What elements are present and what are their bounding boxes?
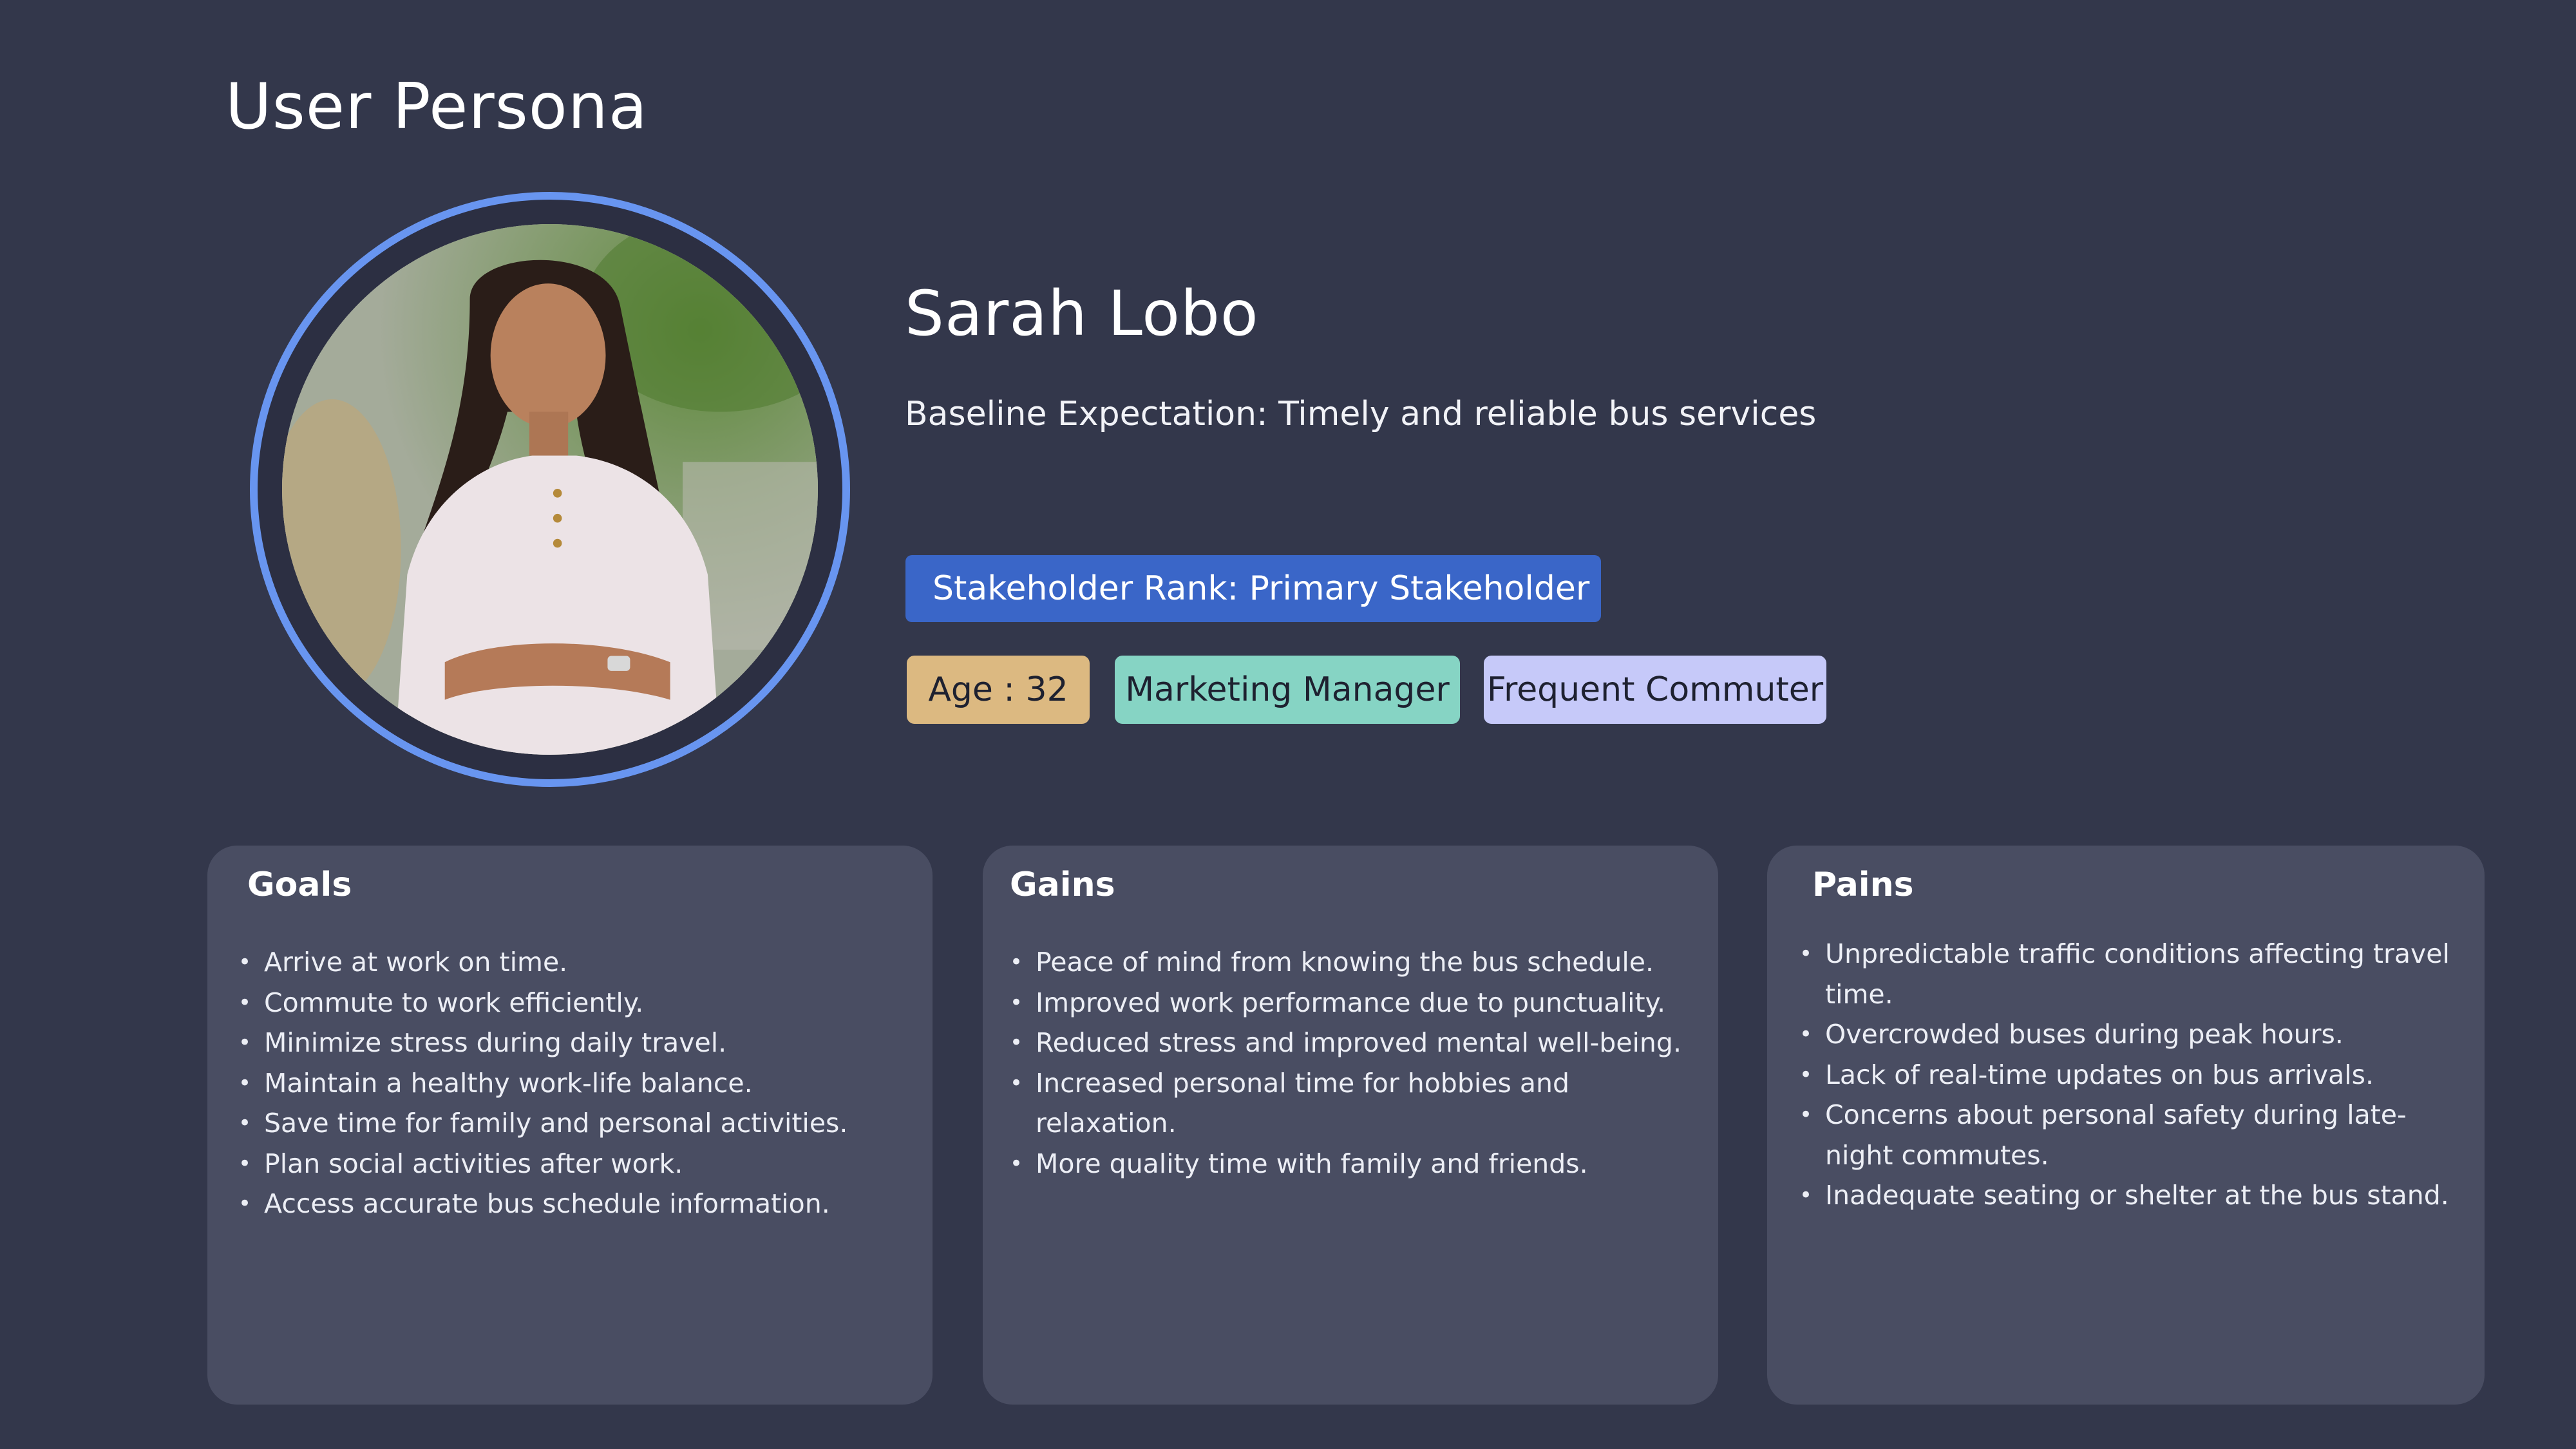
goals-list: Arrive at work on time. Commute to work …	[238, 942, 921, 1224]
list-item: Peace of mind from knowing the bus sched…	[1010, 942, 1699, 983]
goals-card: Goals Arrive at work on time. Commute to…	[207, 846, 933, 1405]
persona-name: Sarah Lobo	[905, 278, 1259, 350]
list-item: Save time for family and personal activi…	[238, 1103, 921, 1144]
list-item: Increased personal time for hobbies and …	[1010, 1063, 1699, 1144]
occupation-tag-label: Marketing Manager	[1125, 670, 1450, 709]
goals-card-title: Goals	[247, 866, 352, 904]
list-item: Arrive at work on time.	[238, 942, 921, 983]
list-item: Unpredictable traffic conditions affecti…	[1799, 934, 2469, 1014]
stakeholder-rank-label: Stakeholder Rank: Primary Stakeholder	[933, 569, 1590, 608]
list-item: Inadequate seating or shelter at the bus…	[1799, 1175, 2469, 1216]
pains-card: Pains Unpredictable traffic conditions a…	[1767, 846, 2485, 1405]
baseline-expectation: Baseline Expectation: Timely and reliabl…	[905, 395, 1817, 433]
list-item: Commute to work efficiently.	[238, 983, 921, 1023]
list-item: Access accurate bus schedule information…	[238, 1184, 921, 1224]
page-title: User Persona	[225, 70, 648, 144]
age-tag: Age : 32	[907, 656, 1090, 724]
avatar	[282, 224, 818, 755]
list-item: Overcrowded buses during peak hours.	[1799, 1014, 2469, 1055]
pains-card-title: Pains	[1812, 866, 1914, 904]
gains-list: Peace of mind from knowing the bus sched…	[1010, 942, 1699, 1184]
list-item: Improved work performance due to punctua…	[1010, 983, 1699, 1023]
list-item: Minimize stress during daily travel.	[238, 1023, 921, 1063]
age-tag-label: Age : 32	[928, 670, 1068, 709]
gains-card: Gains Peace of mind from knowing the bus…	[983, 846, 1718, 1405]
list-item: Lack of real-time updates on bus arrival…	[1799, 1055, 2469, 1095]
gains-card-title: Gains	[1010, 866, 1115, 904]
list-item: Reduced stress and improved mental well-…	[1010, 1023, 1699, 1063]
list-item: Concerns about personal safety during la…	[1799, 1095, 2469, 1175]
list-item: Plan social activities after work.	[238, 1144, 921, 1184]
occupation-tag: Marketing Manager	[1115, 656, 1460, 724]
pains-list: Unpredictable traffic conditions affecti…	[1799, 934, 2469, 1216]
list-item: More quality time with family and friend…	[1010, 1144, 1699, 1184]
list-item: Maintain a healthy work-life balance.	[238, 1063, 921, 1104]
commuter-type-tag-label: Frequent Commuter	[1486, 670, 1824, 709]
commuter-type-tag: Frequent Commuter	[1484, 656, 1826, 724]
stakeholder-rank-badge: Stakeholder Rank: Primary Stakeholder	[905, 555, 1601, 622]
avatar-ring	[250, 192, 850, 787]
